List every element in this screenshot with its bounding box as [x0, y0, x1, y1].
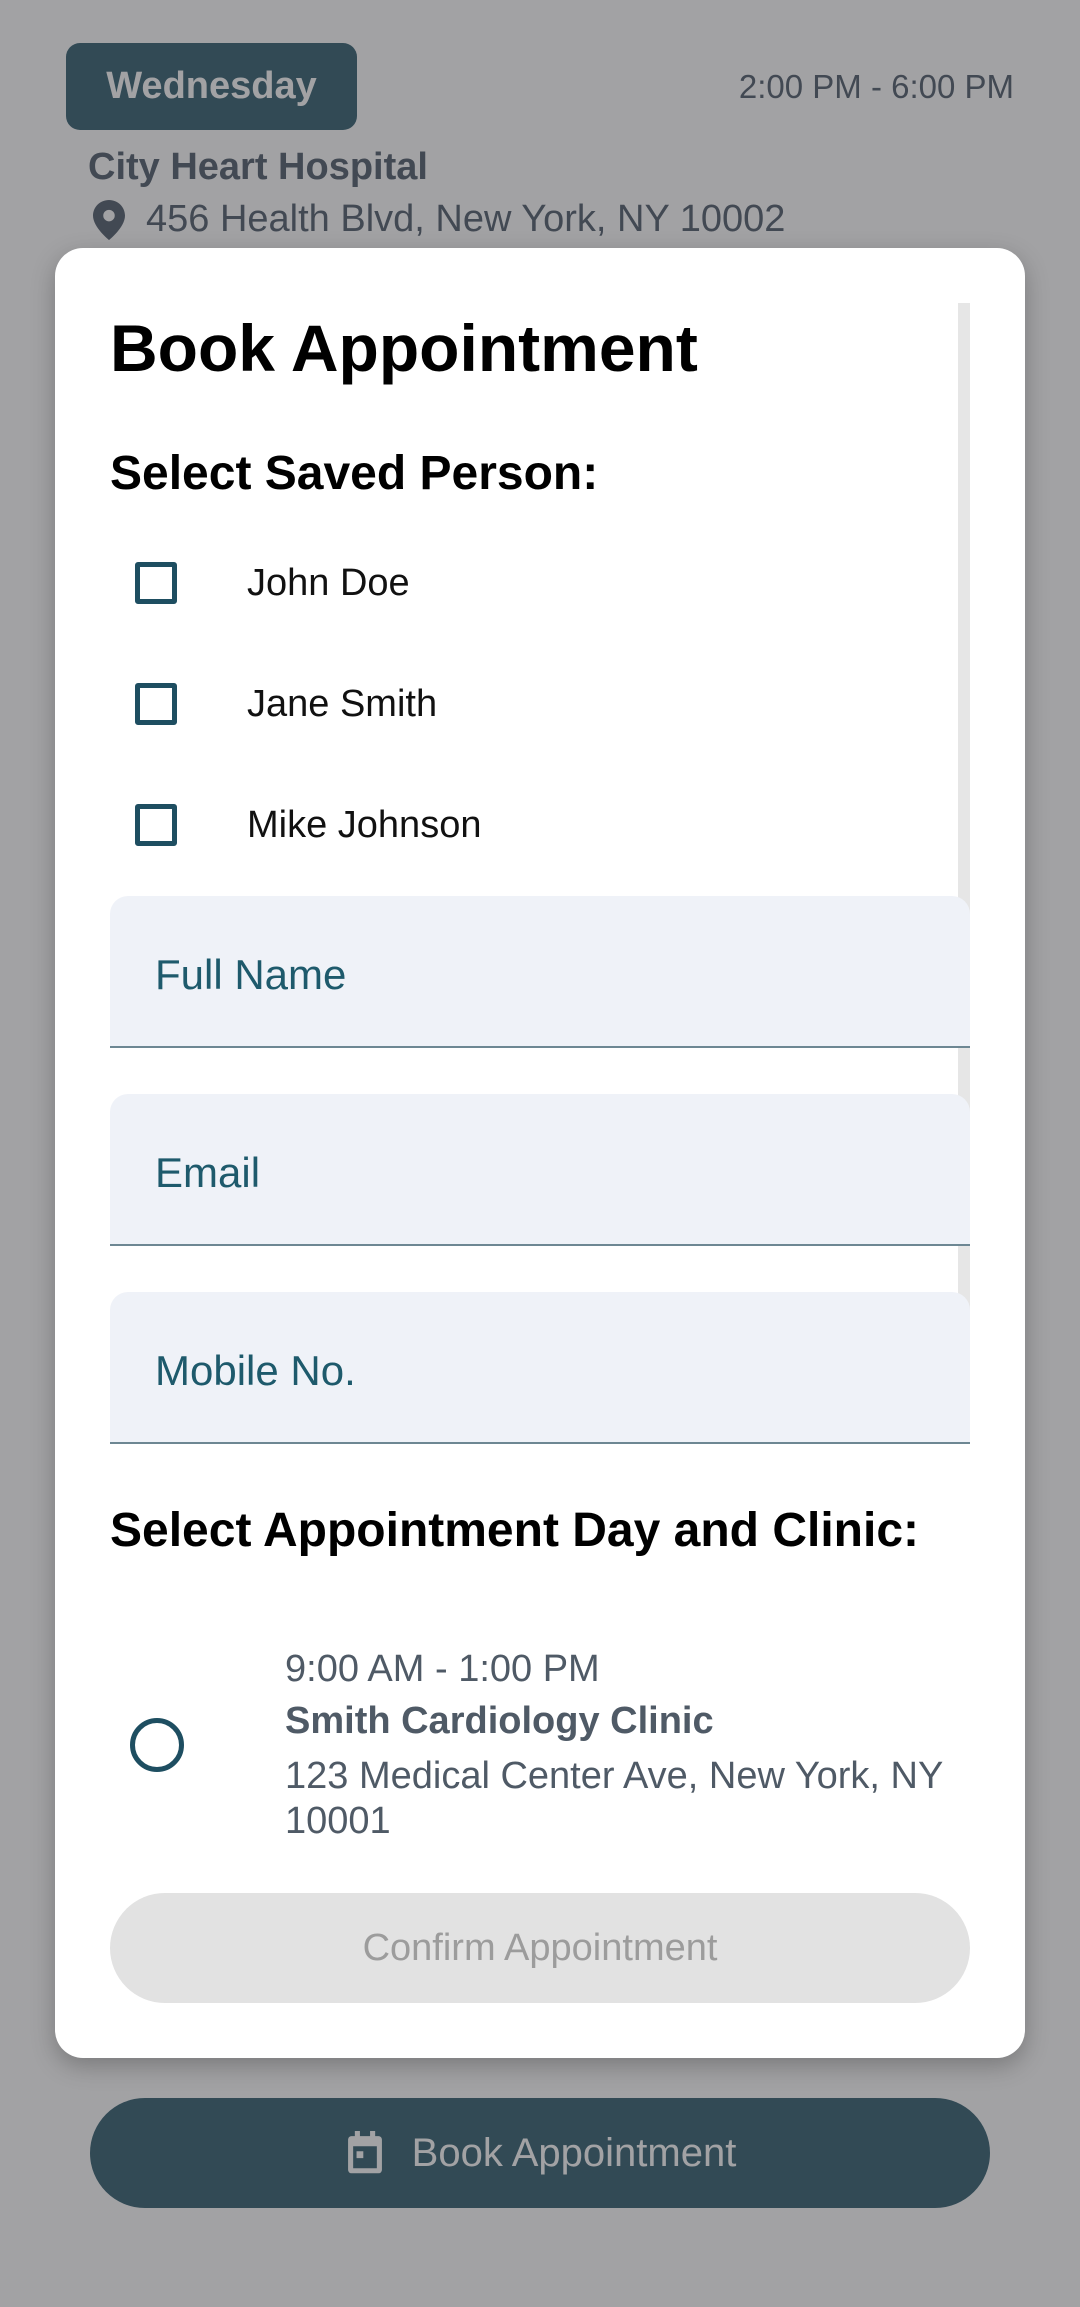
email-label: Email: [155, 1149, 261, 1196]
checkbox[interactable]: [135, 562, 177, 604]
day-clinic-heading: Select Appointment Day and Clinic:: [110, 1504, 919, 1557]
checkbox[interactable]: [135, 683, 177, 725]
checkbox[interactable]: [135, 804, 177, 846]
person-name: Jane Smith: [247, 682, 438, 725]
slot-time: 9:00 AM - 1:00 PM: [285, 1648, 600, 1690]
person-name: John Doe: [247, 561, 410, 604]
full-name-field[interactable]: Full Name: [110, 896, 970, 1048]
screen: Wednesday 2:00 PM - 6:00 PM City Heart H…: [0, 0, 1080, 2307]
full-name-label: Full Name: [155, 951, 347, 998]
radio-button[interactable]: [130, 1718, 184, 1772]
email-field[interactable]: Email: [110, 1094, 970, 1246]
saved-person-mike-johnson[interactable]: Mike Johnson: [135, 795, 481, 855]
book-appointment-dialog: Book Appointment Select Saved Person: Jo…: [55, 248, 1025, 2058]
slot-clinic-name: Smith Cardiology Clinic: [285, 1700, 714, 1742]
dialog-title: Book Appointment: [110, 311, 698, 385]
confirm-appointment-button[interactable]: Confirm Appointment: [110, 1893, 970, 2003]
mobile-field[interactable]: Mobile No.: [110, 1292, 970, 1444]
saved-person-heading: Select Saved Person:: [110, 447, 599, 500]
slot-clinic-address: 123 Medical Center Ave, New York, NY 100…: [285, 1755, 943, 1842]
mobile-label: Mobile No.: [155, 1347, 356, 1394]
saved-person-jane-smith[interactable]: Jane Smith: [135, 674, 437, 734]
person-name: Mike Johnson: [247, 803, 482, 846]
saved-person-john-doe[interactable]: John Doe: [135, 553, 410, 613]
